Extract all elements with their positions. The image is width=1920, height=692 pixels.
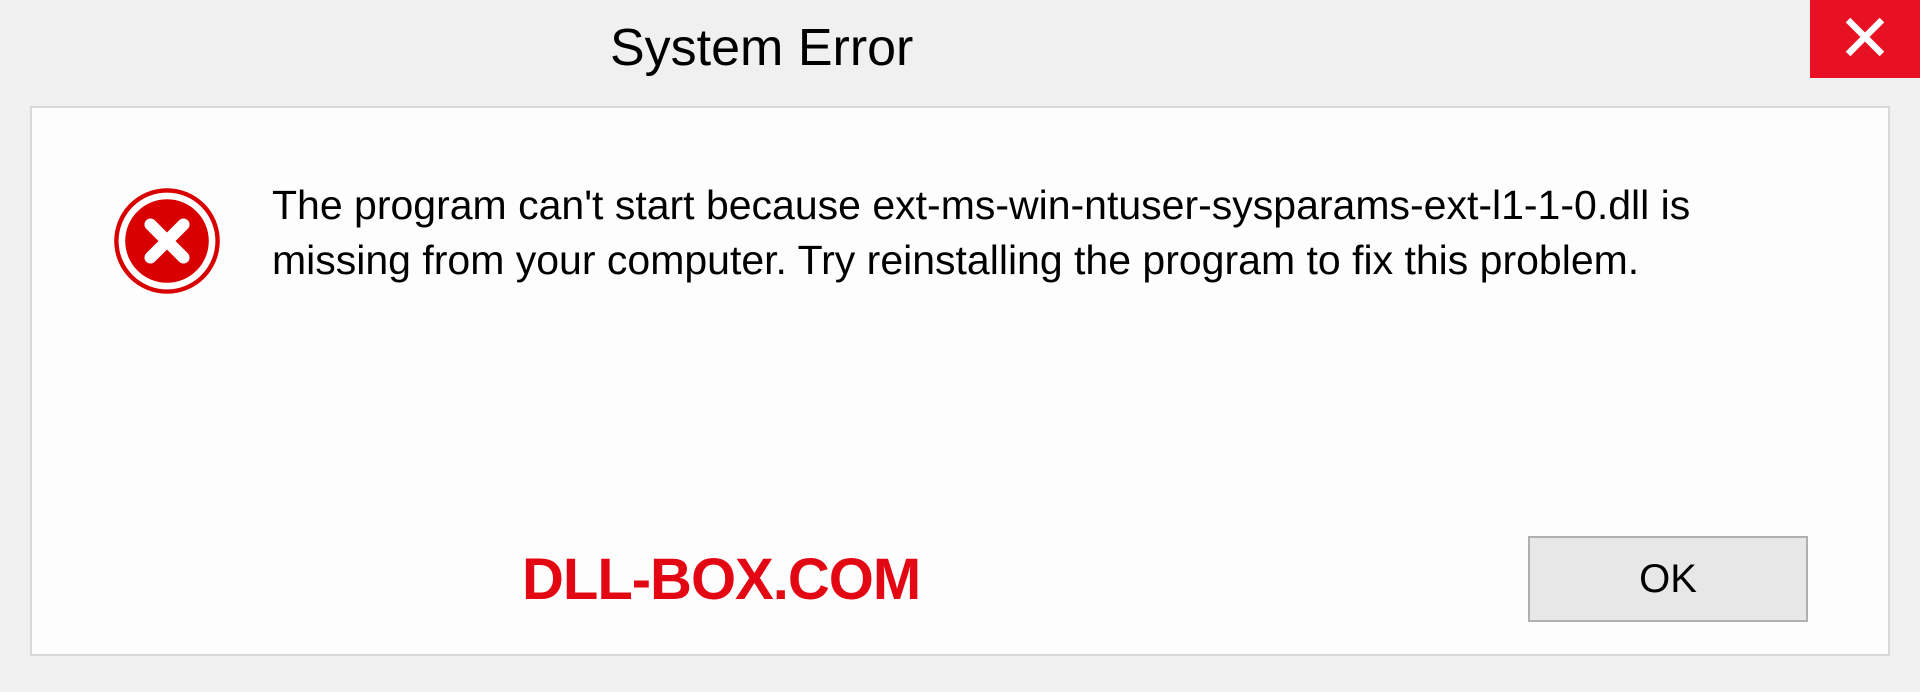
titlebar: System Error [0,0,1920,96]
close-button[interactable] [1810,0,1920,78]
watermark-text: DLL-BOX.COM [522,546,920,613]
dialog-footer: DLL-BOX.COM OK [32,536,1888,622]
ok-button[interactable]: OK [1528,536,1808,622]
error-icon [112,186,222,296]
error-message: The program can't start because ext-ms-w… [272,178,1752,289]
close-icon [1843,15,1887,64]
message-row: The program can't start because ext-ms-w… [112,178,1808,296]
window-title: System Error [610,18,913,78]
dialog-content: The program can't start because ext-ms-w… [30,106,1890,656]
